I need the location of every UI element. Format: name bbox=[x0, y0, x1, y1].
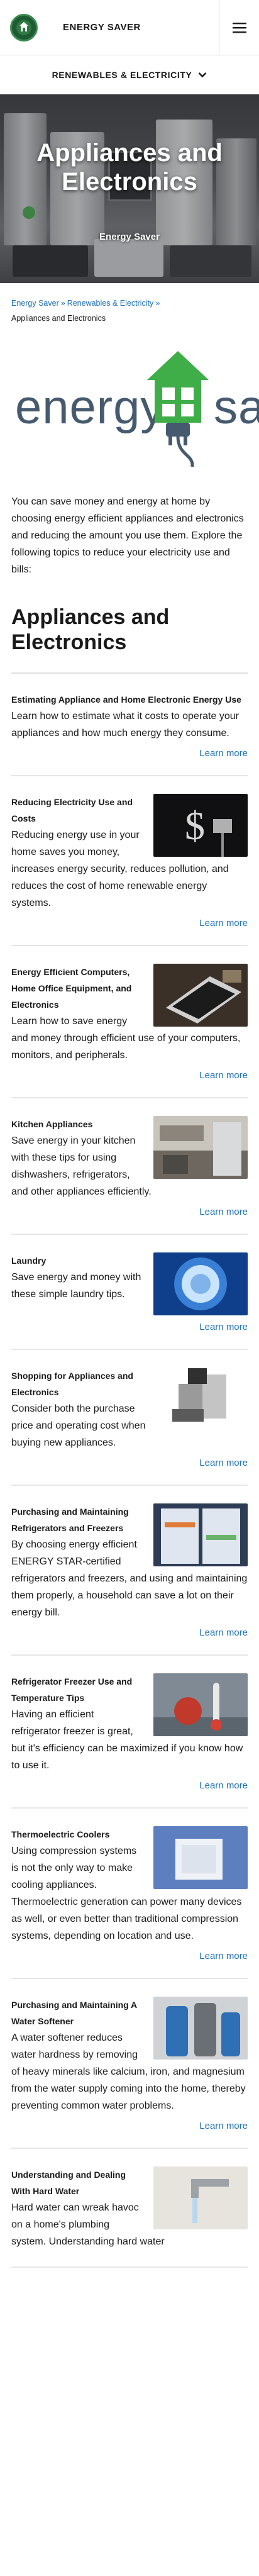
topic-card-body: Thermoelectric Coolers Using compression … bbox=[11, 1826, 248, 1944]
topic-card-image-water-softener bbox=[153, 1997, 248, 2060]
topic-card-body: Estimating Appliance and Home Electronic… bbox=[11, 691, 248, 742]
learn-more-link[interactable]: Learn more bbox=[11, 1322, 248, 1332]
learn-more-link[interactable]: Learn more bbox=[11, 1627, 248, 1638]
learn-more-link[interactable]: Learn more bbox=[11, 1951, 248, 1961]
topic-card-body: Kitchen Appliances Save energy in your ki… bbox=[11, 1116, 248, 1200]
breadcrumb-link-energy-saver[interactable]: Energy Saver bbox=[11, 299, 59, 308]
site-name[interactable]: ENERGY SAVER bbox=[63, 22, 219, 33]
learn-more-link[interactable]: Learn more bbox=[11, 2121, 248, 2131]
section-nav-dropdown[interactable]: RENEWABLES & ELECTRICITY bbox=[0, 55, 259, 94]
learn-more-link[interactable]: Learn more bbox=[11, 1207, 248, 1217]
topic-card: $ Reducing Electricity Use and Costs Reduc… bbox=[11, 776, 248, 946]
breadcrumb-separator: » bbox=[155, 299, 160, 308]
topic-card-image-laptop bbox=[153, 964, 248, 1027]
page-title: Appliances and Electronics bbox=[36, 139, 223, 196]
topic-card-image-refrigerator bbox=[153, 1503, 248, 1566]
hamburger-icon bbox=[232, 22, 246, 33]
topic-card: Purchasing and Maintaining A Water Softe… bbox=[11, 1979, 248, 2149]
topic-card-body: Purchasing and Maintaining A Water Softe… bbox=[11, 1997, 248, 2114]
topic-card: Thermoelectric Coolers Using compression … bbox=[11, 1809, 248, 1979]
energy-saver-logo-banner: energy sav bbox=[0, 336, 259, 474]
topic-card-body: Refrigerator Freezer Use and Temperature… bbox=[11, 1673, 248, 1774]
topic-card-image-faucet bbox=[153, 2166, 248, 2229]
breadcrumb-separator: » bbox=[60, 299, 65, 308]
topic-card-body: Purchasing and Maintaining Refrigerators… bbox=[11, 1503, 248, 1621]
energy-logo-icon[interactable] bbox=[10, 13, 38, 42]
hero-banner: Appliances and Electronics Energy Saver bbox=[0, 94, 259, 283]
topic-card: Laundry Save energy and money with these … bbox=[11, 1235, 248, 1350]
topic-card: Kitchen Appliances Save energy in your ki… bbox=[11, 1098, 248, 1235]
hero-subtitle: Energy Saver bbox=[99, 231, 160, 242]
house-plug-icon bbox=[147, 351, 209, 467]
topic-card-title[interactable]: Estimating Appliance and Home Electronic… bbox=[11, 691, 248, 708]
topic-card-description: Learn how to estimate what it costs to o… bbox=[11, 711, 239, 739]
topic-card: Understanding and Dealing With Hard Wate… bbox=[11, 2149, 248, 2268]
svg-text:$: $ bbox=[185, 803, 205, 848]
topic-card-body: Energy Efficient Computers, Home Office … bbox=[11, 964, 248, 1064]
topic-card: Shopping for Appliances and Electronics C… bbox=[11, 1350, 248, 1486]
topic-card-body: Shopping for Appliances and Electronics C… bbox=[11, 1368, 248, 1451]
topic-card: Estimating Appliance and Home Electronic… bbox=[11, 674, 248, 776]
topic-card: Purchasing and Maintaining Refrigerators… bbox=[11, 1486, 248, 1656]
topic-card-body: Understanding and Dealing With Hard Wate… bbox=[11, 2166, 248, 2250]
topic-card: Refrigerator Freezer Use and Temperature… bbox=[11, 1656, 248, 1809]
topic-card-image-peltier bbox=[153, 1826, 248, 1889]
chevron-down-icon bbox=[199, 72, 207, 77]
topic-card-image-kitchen bbox=[153, 1116, 248, 1179]
banner-word-left: energy bbox=[15, 381, 165, 434]
topic-card-list: Estimating Appliance and Home Electronic… bbox=[0, 674, 259, 2268]
banner-word-right: sav bbox=[214, 381, 259, 434]
intro-paragraph: You can save money and energy at home by… bbox=[11, 496, 244, 575]
hamburger-menu-button[interactable] bbox=[219, 0, 259, 55]
breadcrumb-link-renewables[interactable]: Renewables & Electricity bbox=[67, 299, 154, 308]
section-nav-label: RENEWABLES & ELECTRICITY bbox=[52, 69, 192, 80]
topic-card: Energy Efficient Computers, Home Office … bbox=[11, 946, 248, 1098]
section-title: Appliances and Electronics bbox=[11, 605, 170, 654]
topic-card-body: $ Reducing Electricity Use and Costs Reduc… bbox=[11, 794, 248, 912]
site-header: ENERGY SAVER bbox=[0, 0, 259, 55]
breadcrumb-current: Appliances and Electronics bbox=[11, 314, 106, 323]
topic-card-image-fridge-thermometer bbox=[153, 1673, 248, 1736]
learn-more-link[interactable]: Learn more bbox=[11, 1458, 248, 1468]
topic-card-image-washer bbox=[153, 1252, 248, 1315]
breadcrumb: Energy Saver» Renewables & Electricity» A… bbox=[0, 283, 259, 326]
learn-more-link[interactable]: Learn more bbox=[11, 748, 248, 759]
topic-card-image-appliances-pile bbox=[153, 1368, 248, 1422]
learn-more-link[interactable]: Learn more bbox=[11, 1780, 248, 1791]
learn-more-link[interactable]: Learn more bbox=[11, 1070, 248, 1081]
topic-card-body: Laundry Save energy and money with these … bbox=[11, 1252, 248, 1315]
topic-card-image-dollar-plug: $ bbox=[153, 794, 248, 857]
learn-more-link[interactable]: Learn more bbox=[11, 918, 248, 928]
